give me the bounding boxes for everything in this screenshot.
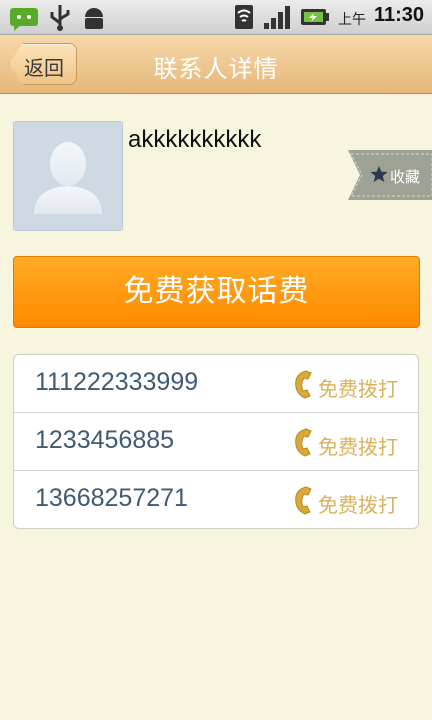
status-time: 11:30 [373, 4, 424, 26]
title-bar: 返回 联系人详情 [0, 35, 432, 94]
phone-handset-icon [295, 428, 312, 457]
avatar [13, 121, 123, 231]
default-person-icon [34, 142, 102, 214]
status-bar: 上午 11:30 [0, 0, 432, 35]
get-free-credit-button[interactable]: 免费获取话费 [13, 256, 420, 328]
phone-handset-icon [295, 370, 312, 399]
battery-charging-icon [301, 9, 329, 25]
free-call-label: 免费拨打 [318, 493, 398, 517]
phone-number: 1233456885 [35, 426, 175, 454]
favorite-label: 收藏 [390, 168, 421, 186]
free-call-label: 免费拨打 [318, 435, 398, 459]
phone-row[interactable]: 1233456885 免费拨打 [14, 413, 418, 471]
page-title: 联系人详情 [153, 55, 279, 83]
status-ampm: 上午 [338, 12, 366, 28]
phone-handset-icon [295, 486, 312, 515]
free-call-button[interactable]: 免费拨打 [290, 483, 406, 517]
phone-list: 111222333999 免费拨打 1233456885 免费拨打 136682… [13, 354, 419, 529]
star-icon [370, 166, 388, 182]
phone-number: 111222333999 [35, 368, 199, 396]
free-call-label: 免费拨打 [318, 377, 398, 401]
favorite-button[interactable]: 收藏 [348, 150, 432, 200]
free-call-button[interactable]: 免费拨打 [290, 425, 406, 459]
contact-name: akkkkkkkkkk [128, 126, 262, 153]
android-debug-icon [85, 8, 103, 29]
signal-icon [264, 6, 290, 29]
phone-number: 13668257271 [35, 484, 188, 512]
phone-row[interactable]: 111222333999 免费拨打 [14, 355, 418, 413]
wifi-icon [235, 5, 253, 29]
usb-icon [50, 5, 70, 31]
free-call-button[interactable]: 免费拨打 [290, 367, 406, 401]
phone-row[interactable]: 13668257271 免费拨打 [14, 471, 418, 528]
sms-notification-icon [10, 8, 38, 31]
